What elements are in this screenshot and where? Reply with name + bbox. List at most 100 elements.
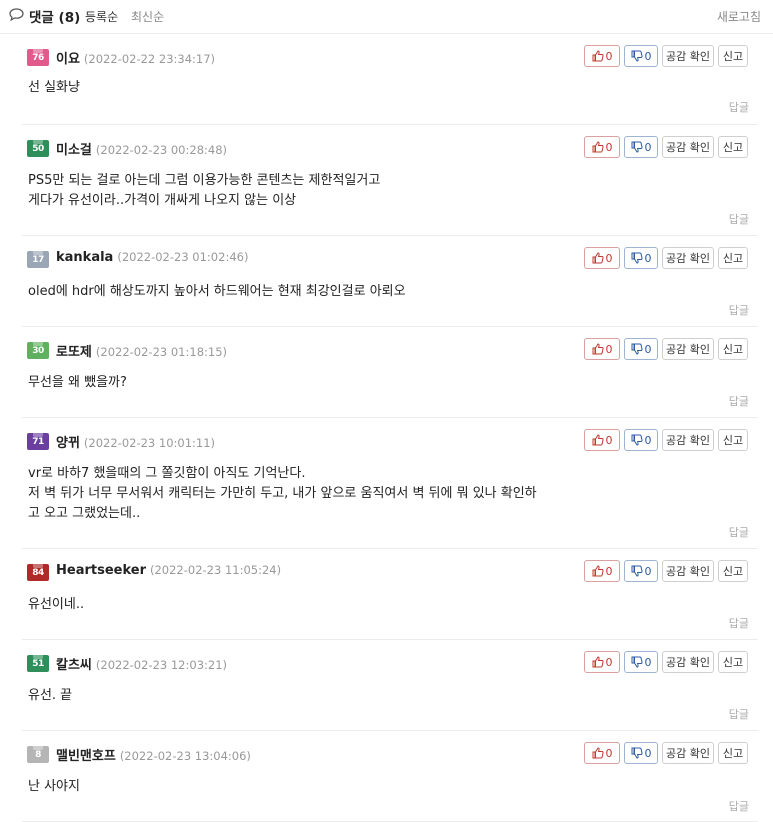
reply-button[interactable]: 답글 bbox=[729, 798, 749, 814]
thumbs-down-icon bbox=[631, 50, 643, 62]
dislike-button[interactable]: 0 bbox=[624, 651, 658, 673]
like-button[interactable]: 0 bbox=[584, 247, 620, 269]
author-name[interactable]: 로또제 bbox=[56, 345, 92, 360]
comment-author[interactable]: 이요 (2022-02-22 23:34:17) bbox=[56, 48, 215, 67]
thumbs-up-icon bbox=[592, 343, 604, 355]
reply-button[interactable]: 답글 bbox=[729, 211, 749, 227]
thumbs-up-icon bbox=[592, 434, 604, 446]
like-button[interactable]: 0 bbox=[584, 742, 620, 764]
author-name[interactable]: 맬빈맨호프 bbox=[56, 749, 116, 764]
comment-author[interactable]: kankala (2022-02-23 01:02:46) bbox=[56, 250, 248, 265]
comments-count-title: 댓글 (8) bbox=[29, 10, 81, 26]
comment-text: vr로 바하7 했을때의 그 쫄깃함이 아직도 기억난다. 저 벽 뒤가 너무 무… bbox=[28, 464, 537, 524]
comment-actions: 0 0 공감 확인 신고 bbox=[584, 429, 748, 451]
comment-text-line: 저 벽 뒤가 너무 무서워서 캐릭터는 가만히 두고, 내가 앞으로 움직여서 … bbox=[28, 486, 537, 501]
like-count: 0 bbox=[605, 746, 613, 760]
agree-check-button[interactable]: 공감 확인 bbox=[662, 560, 714, 582]
thumbs-down-icon bbox=[631, 565, 643, 577]
sort-by-latest[interactable]: 최신순 bbox=[131, 8, 164, 25]
sort-by-registered[interactable]: 등록순 bbox=[85, 8, 118, 25]
speech-bubble-icon bbox=[9, 8, 24, 21]
level-number: 76 bbox=[32, 53, 44, 63]
comment-text: 유선. 끝 bbox=[28, 686, 72, 706]
thumbs-up-icon bbox=[592, 656, 604, 668]
agree-check-button[interactable]: 공감 확인 bbox=[662, 429, 714, 451]
refresh-button[interactable]: 새로고침 bbox=[717, 8, 761, 25]
comment-text: 선 실화냥 bbox=[28, 78, 80, 98]
dislike-button[interactable]: 0 bbox=[624, 247, 658, 269]
author-name[interactable]: 칼츠씨 bbox=[56, 658, 92, 673]
comment-text-line: 게다가 유선이라..가격이 개싸게 나오지 않는 이상 bbox=[28, 193, 297, 208]
report-button[interactable]: 신고 bbox=[718, 742, 748, 764]
reply-button[interactable]: 답글 bbox=[729, 302, 749, 318]
like-button[interactable]: 0 bbox=[584, 651, 620, 673]
report-button[interactable]: 신고 bbox=[718, 45, 748, 67]
level-badge-icon: 51 bbox=[27, 655, 49, 672]
comment-text: 난 사야지 bbox=[28, 777, 80, 797]
dislike-button[interactable]: 0 bbox=[624, 560, 658, 582]
level-badge-icon: 76 bbox=[27, 49, 49, 66]
comment-item: 71 양뀌 (2022-02-23 10:01:11) 0 0 공감 확인 신고 … bbox=[22, 419, 758, 549]
dislike-button[interactable]: 0 bbox=[624, 136, 658, 158]
author-name[interactable]: Heartseeker bbox=[56, 563, 146, 578]
comment-text-line: oled에 hdr에 해상도까지 높아서 하드웨어는 현재 최강인걸로 아뢰오 bbox=[28, 284, 406, 299]
report-button[interactable]: 신고 bbox=[718, 247, 748, 269]
agree-check-button[interactable]: 공감 확인 bbox=[662, 651, 714, 673]
comment-item: 51 칼츠씨 (2022-02-23 12:03:21) 0 0 공감 확인 신고… bbox=[22, 641, 758, 731]
thumbs-down-icon bbox=[631, 141, 643, 153]
comment-item: 50 미소걸 (2022-02-23 00:28:48) 0 0 공감 확인 신고… bbox=[22, 126, 758, 236]
like-button[interactable]: 0 bbox=[584, 560, 620, 582]
agree-check-button[interactable]: 공감 확인 bbox=[662, 136, 714, 158]
comment-author[interactable]: 맬빈맨호프 (2022-02-23 13:04:06) bbox=[56, 745, 251, 764]
report-button[interactable]: 신고 bbox=[718, 136, 748, 158]
report-button[interactable]: 신고 bbox=[718, 429, 748, 451]
comment-text-line: 고 오고 그랬었는데.. bbox=[28, 506, 141, 521]
dislike-count: 0 bbox=[644, 433, 652, 447]
author-name[interactable]: 이요 bbox=[56, 52, 80, 67]
comment-actions: 0 0 공감 확인 신고 bbox=[584, 136, 748, 158]
level-number: 17 bbox=[32, 255, 44, 265]
comment-date: (2022-02-22 23:34:17) bbox=[83, 52, 216, 66]
report-button[interactable]: 신고 bbox=[718, 651, 748, 673]
reply-button[interactable]: 답글 bbox=[729, 615, 749, 631]
agree-check-button[interactable]: 공감 확인 bbox=[662, 45, 714, 67]
reply-button[interactable]: 답글 bbox=[729, 524, 749, 540]
comment-author[interactable]: 칼츠씨 (2022-02-23 12:03:21) bbox=[56, 654, 227, 673]
author-name[interactable]: 양뀌 bbox=[56, 436, 80, 451]
comment-author[interactable]: 로또제 (2022-02-23 01:18:15) bbox=[56, 341, 227, 360]
dislike-button[interactable]: 0 bbox=[624, 742, 658, 764]
report-button[interactable]: 신고 bbox=[718, 560, 748, 582]
comment-item: 17 kankala (2022-02-23 01:02:46) 0 0 공감 확… bbox=[22, 237, 758, 327]
report-button[interactable]: 신고 bbox=[718, 338, 748, 360]
author-name[interactable]: 미소걸 bbox=[56, 143, 92, 158]
level-number: 71 bbox=[32, 437, 44, 447]
like-button[interactable]: 0 bbox=[584, 45, 620, 67]
agree-check-button[interactable]: 공감 확인 bbox=[662, 338, 714, 360]
comment-author[interactable]: Heartseeker (2022-02-23 11:05:24) bbox=[56, 563, 281, 578]
agree-check-button[interactable]: 공감 확인 bbox=[662, 247, 714, 269]
like-count: 0 bbox=[605, 564, 613, 578]
author-name[interactable]: kankala bbox=[56, 250, 113, 265]
comment-text-line: 난 사야지 bbox=[28, 779, 80, 794]
agree-check-button[interactable]: 공감 확인 bbox=[662, 742, 714, 764]
dislike-count: 0 bbox=[644, 140, 652, 154]
like-button[interactable]: 0 bbox=[584, 136, 620, 158]
like-button[interactable]: 0 bbox=[584, 429, 620, 451]
thumbs-down-icon bbox=[631, 656, 643, 668]
dislike-button[interactable]: 0 bbox=[624, 45, 658, 67]
comment-author[interactable]: 미소걸 (2022-02-23 00:28:48) bbox=[56, 139, 227, 158]
comment-text-line: 유선. 끝 bbox=[28, 688, 73, 703]
thumbs-up-icon bbox=[592, 50, 604, 62]
like-count: 0 bbox=[605, 140, 613, 154]
comment-date: (2022-02-23 11:05:24) bbox=[150, 563, 282, 577]
level-badge-icon: 17 bbox=[27, 251, 49, 268]
dislike-button[interactable]: 0 bbox=[624, 429, 658, 451]
reply-button[interactable]: 답글 bbox=[729, 706, 749, 722]
comment-author[interactable]: 양뀌 (2022-02-23 10:01:11) bbox=[56, 432, 215, 451]
dislike-button[interactable]: 0 bbox=[624, 338, 658, 360]
like-button[interactable]: 0 bbox=[584, 338, 620, 360]
comment-actions: 0 0 공감 확인 신고 bbox=[584, 651, 748, 673]
comment-text: 유선이네.. bbox=[28, 595, 84, 615]
reply-button[interactable]: 답글 bbox=[729, 393, 749, 409]
reply-button[interactable]: 답글 bbox=[729, 99, 749, 115]
